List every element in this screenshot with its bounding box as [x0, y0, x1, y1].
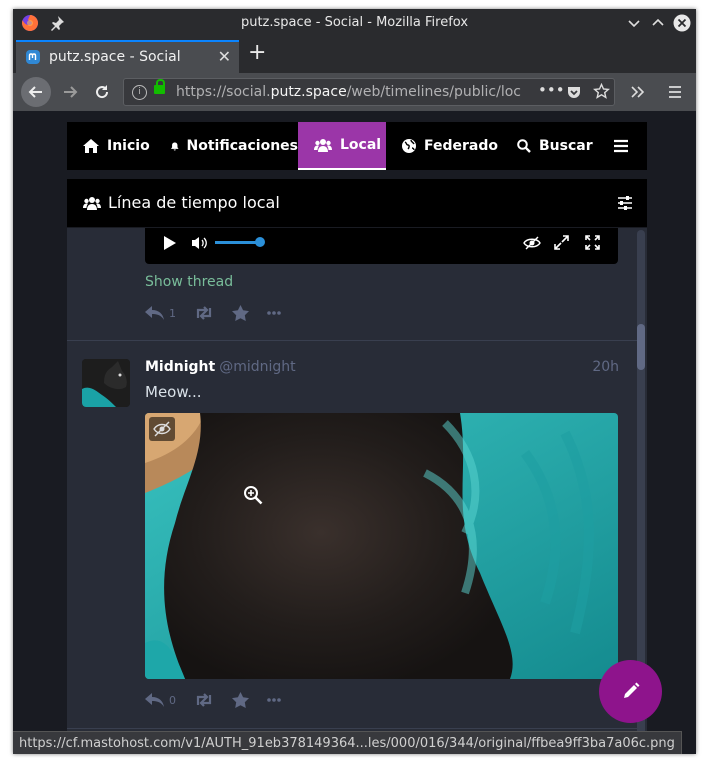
- bell-icon: [171, 141, 179, 151]
- tab-federado[interactable]: Federado: [386, 122, 499, 170]
- retweet-icon: [196, 306, 212, 320]
- browser-window: putz.space - Social - Mozilla Firefox pu…: [13, 9, 696, 754]
- hide-media-button[interactable]: [149, 417, 175, 441]
- tab-notificaciones[interactable]: Notificaciones: [157, 122, 298, 170]
- navigation-toolbar: i https://social.putz.space/web/timeline…: [13, 73, 696, 111]
- hide-media-eye-icon[interactable]: [523, 236, 541, 250]
- expand-icon[interactable]: [554, 235, 569, 250]
- title-bar: putz.space - Social - Mozilla Firefox: [13, 9, 696, 37]
- mastodon-icon: [26, 50, 40, 64]
- display-name[interactable]: Midnight @midnight: [145, 359, 296, 375]
- tab-inicio[interactable]: Inicio: [67, 122, 157, 170]
- column-header[interactable]: Línea de tiempo local: [67, 179, 647, 227]
- eye-slash-icon: [153, 421, 171, 437]
- close-window-icon[interactable]: [673, 14, 691, 32]
- zoom-in-cursor-icon: [244, 486, 263, 505]
- divider: [67, 728, 637, 729]
- forward-arrow-icon: [64, 86, 78, 98]
- boost-button[interactable]: [194, 693, 214, 707]
- volume-slider[interactable]: [215, 241, 259, 244]
- reply-button[interactable]: 1: [145, 306, 176, 320]
- boost-button[interactable]: [194, 306, 214, 320]
- forward-button[interactable]: [56, 78, 84, 106]
- tab-putz-space[interactable]: putz.space - Social ✕: [16, 40, 239, 73]
- url-text[interactable]: https://social.putz.space/web/timelines/…: [176, 84, 521, 100]
- cat-photo: [145, 413, 618, 679]
- double-chevron-icon: [631, 86, 645, 98]
- reply-icon: [145, 306, 164, 320]
- hamburger-icon: [614, 139, 628, 153]
- reload-icon: [96, 85, 109, 99]
- back-arrow-icon: [28, 86, 42, 98]
- page-actions-icon[interactable]: •••: [538, 81, 565, 99]
- media-attachment[interactable]: [145, 413, 618, 679]
- mastodon-app: Inicio Notificaciones Local Federado Bus…: [67, 122, 647, 754]
- search-icon: [517, 139, 531, 153]
- pencil-icon: [624, 682, 640, 698]
- settings-sliders-icon[interactable]: [617, 196, 633, 210]
- scrollbar-thumb[interactable]: [637, 324, 645, 370]
- more-button[interactable]: [267, 698, 281, 702]
- overflow-menu-button[interactable]: [624, 78, 652, 106]
- maximize-icon[interactable]: [649, 14, 667, 32]
- globe-icon: [402, 139, 416, 153]
- hamburger-menu-icon: [669, 86, 681, 98]
- new-tab-button[interactable]: +: [248, 40, 266, 65]
- retweet-icon: [196, 693, 212, 707]
- reload-button[interactable]: [88, 78, 116, 106]
- fullscreen-icon[interactable]: [585, 235, 600, 250]
- ellipsis-icon: [267, 311, 281, 315]
- app-menu-button[interactable]: [661, 78, 689, 106]
- show-thread-link[interactable]: Show thread: [145, 274, 233, 290]
- timeline[interactable]: Show thread 1 Midnight @midnight 20h Meo…: [67, 228, 647, 754]
- star-icon: [232, 305, 249, 321]
- close-tab-icon[interactable]: ✕: [218, 47, 231, 66]
- more-button[interactable]: [267, 311, 281, 315]
- audio-player[interactable]: [145, 228, 618, 264]
- status-bar-url: https://cf.mastohost.com/v1/AUTH_91eb378…: [13, 731, 682, 754]
- window-title: putz.space - Social - Mozilla Firefox: [240, 15, 469, 30]
- back-button[interactable]: [21, 77, 51, 107]
- volume-icon[interactable]: [191, 236, 209, 250]
- users-icon: [83, 197, 101, 210]
- bookmark-star-icon[interactable]: [593, 83, 610, 100]
- ellipsis-icon: [267, 698, 281, 702]
- tab-buscar[interactable]: Buscar: [499, 122, 599, 170]
- address-bar[interactable]: i https://social.putz.space/web/timeline…: [123, 78, 615, 106]
- tab-local[interactable]: Local: [298, 122, 386, 170]
- users-icon: [314, 139, 332, 152]
- minimize-icon[interactable]: [625, 14, 643, 32]
- menu-button[interactable]: [599, 122, 647, 170]
- favourite-button[interactable]: [232, 692, 249, 708]
- page-content: Inicio Notificaciones Local Federado Bus…: [13, 111, 696, 754]
- account-handle[interactable]: @midnight: [219, 359, 295, 375]
- divider: [67, 340, 637, 341]
- avatar-image: [82, 359, 130, 407]
- volume-knob[interactable]: [255, 237, 265, 247]
- lock-icon[interactable]: [154, 79, 165, 94]
- post-content: Meow...: [145, 383, 202, 401]
- status-action-bar: 1: [145, 305, 299, 321]
- star-icon: [232, 692, 249, 708]
- post-timestamp[interactable]: 20h: [592, 359, 619, 375]
- reply-button[interactable]: 0: [145, 693, 176, 707]
- tab-label: putz.space - Social: [49, 49, 181, 65]
- pocket-icon[interactable]: [566, 84, 582, 100]
- site-info-icon[interactable]: i: [132, 85, 147, 100]
- reply-icon: [145, 693, 164, 707]
- play-icon[interactable]: [163, 235, 177, 251]
- avatar[interactable]: [82, 359, 130, 407]
- compose-button[interactable]: [599, 660, 662, 723]
- tab-bar: putz.space - Social ✕ +: [13, 37, 696, 73]
- status-action-bar: 0: [145, 692, 299, 708]
- column-title: Línea de tiempo local: [108, 193, 280, 212]
- home-icon: [83, 139, 99, 153]
- tabs-bar: Inicio Notificaciones Local Federado Bus…: [67, 122, 647, 170]
- favourite-button[interactable]: [232, 305, 249, 321]
